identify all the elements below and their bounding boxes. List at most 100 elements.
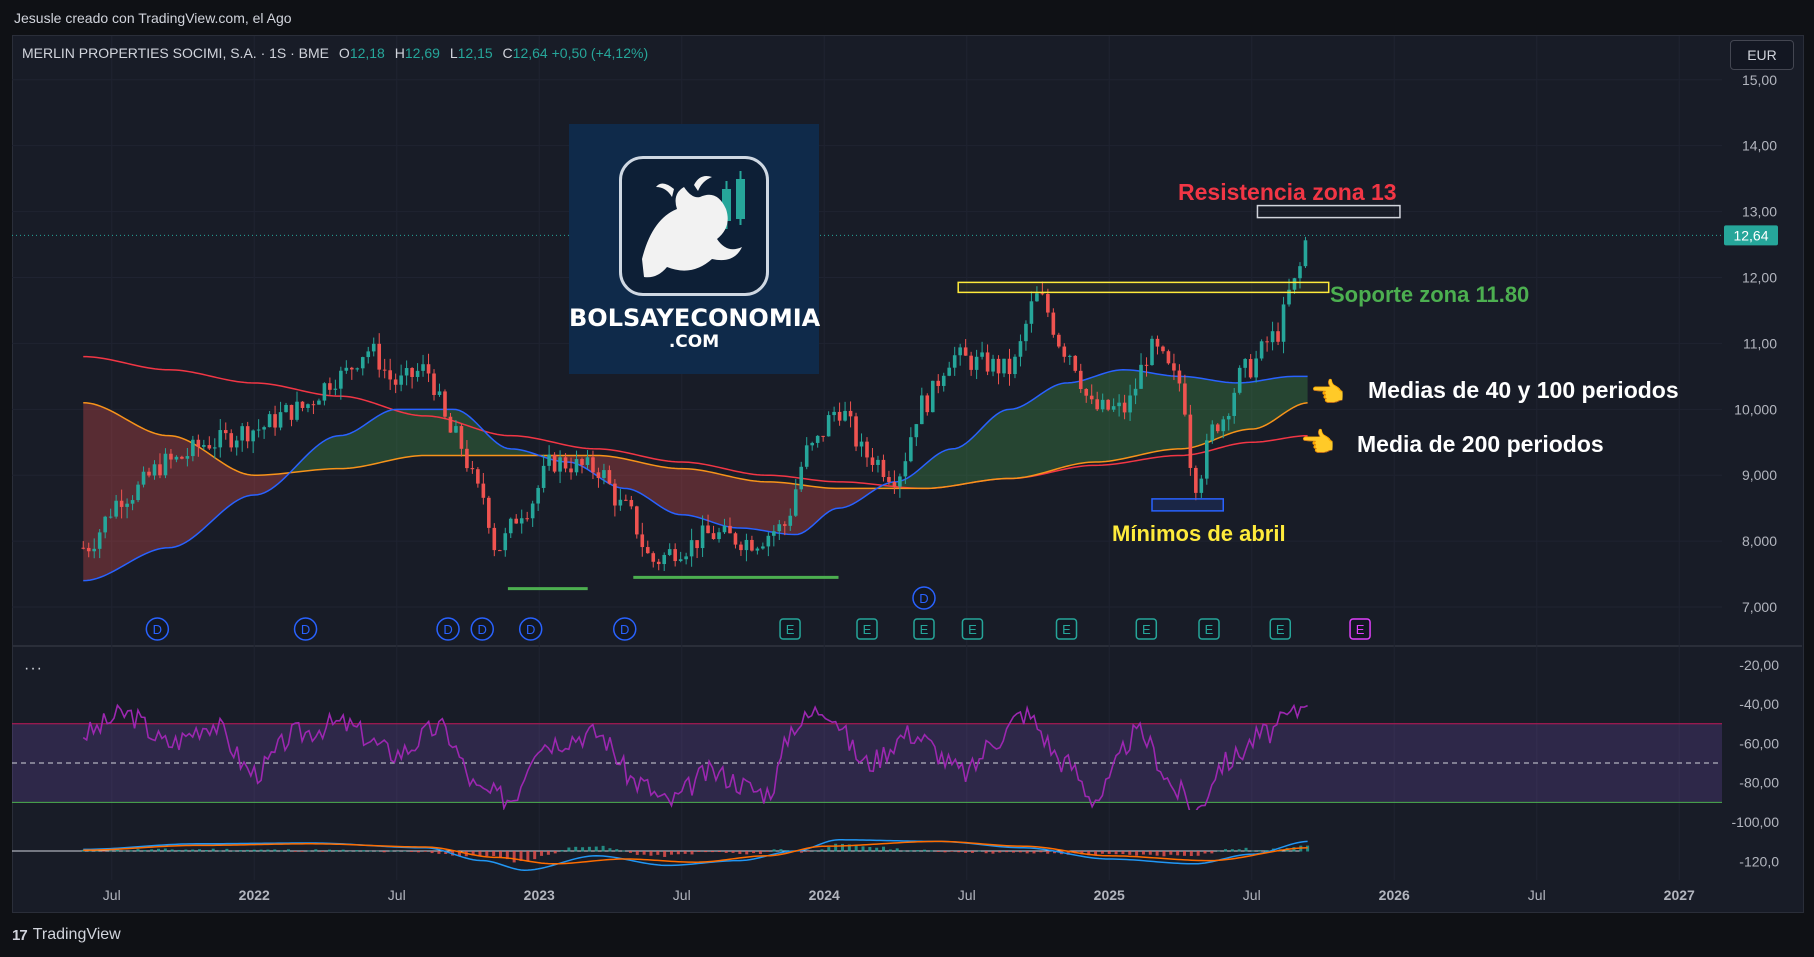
candle-body [1166,351,1171,364]
candle-body [772,531,776,536]
macd-histogram-bar [369,850,373,852]
candle-body [733,533,738,545]
macd-histogram-bar [656,851,660,855]
candle-body [1117,402,1121,407]
candle-body [914,424,919,438]
time-tick-label: 2026 [1379,887,1410,903]
macd-histogram-bar [348,850,352,852]
indicator-menu[interactable]: ··· [24,660,43,678]
candle-body [755,548,760,551]
candle-body [947,367,952,376]
candle-body [410,368,414,377]
macd-histogram-bar [191,849,195,852]
candle-body [821,435,825,437]
candle-body [1226,415,1231,420]
macd-histogram-bar [820,849,824,852]
event-marker-label: D [301,622,310,637]
candle-body [1078,370,1083,390]
macd-histogram-bar [916,850,920,852]
april-lows-box [1151,498,1224,512]
event-marker-label: E [786,622,795,637]
open-label: O [338,45,350,61]
macd-histogram-bar [1032,851,1036,854]
macd-histogram-bar [423,851,427,852]
candle-body [859,441,864,447]
candle-body [695,540,699,549]
candle-body [640,534,645,548]
macd-histogram-bar [601,845,605,852]
candle-body [903,461,908,477]
macd-histogram-bar [1237,849,1241,852]
candle-body [547,454,551,466]
symbol-header: MERLIN PROPERTIES SOCIMI, S.A. · 1S · BM… [22,45,648,61]
candle-body [892,482,897,487]
macd-histogram-bar [745,851,749,855]
macd-histogram-bar [437,851,441,854]
candle-body [980,352,984,357]
oscillator-tick-label: -100,00 [1732,814,1780,830]
macd-histogram-bar [642,851,646,855]
event-marker-label: D [153,622,162,637]
price-tick-label: 12,00 [1742,270,1777,286]
candle-body [832,411,836,416]
candle-body [492,527,497,551]
candle-body [262,427,266,430]
open-value: 12,18 [349,45,385,61]
chart-canvas[interactable]: 15,00 14,00 13,00 12,00 11,00 10,000 9,000 8,00… [0,0,1814,957]
currency-button[interactable]: EUR [1730,40,1794,70]
candle-body [141,471,146,485]
macd-histogram-bar [1244,847,1248,852]
macd-histogram-bar [1230,849,1234,852]
macd-histogram-bar [540,851,544,856]
candle-body [196,439,201,447]
candle-body [1122,402,1127,413]
macd-histogram-bar [875,847,879,852]
macd-histogram-bar [1114,851,1118,855]
candle-body [245,426,250,442]
oscillator-tick-label: -60,00 [1739,735,1779,751]
event-marker-label: D [478,622,487,637]
candle-body [602,470,606,478]
candle-body [1254,358,1258,378]
last-price-label: 12,64 [1733,227,1768,243]
candle-body [1002,358,1006,374]
time-tick-label: Jul [1243,887,1261,903]
resistance-label: Resistencia zona 13 [1178,179,1397,205]
candle-body [202,445,206,447]
macd-histogram-bar [711,851,715,853]
macd-histogram-bar [813,850,817,852]
candle-body [651,553,656,562]
candle-body [234,440,239,448]
macd-histogram-bar [615,849,619,852]
candle-body [426,364,431,374]
candle-body [777,524,782,532]
candle-body [728,525,732,534]
close-value: 12,64 [512,45,548,61]
macd-histogram-bar [150,849,154,852]
candle-body [371,343,376,352]
candle-body [1205,440,1209,479]
candle-body [711,533,716,540]
candle-body [574,459,579,473]
macd-histogram-bar [410,851,414,852]
macd-histogram-bar [341,849,345,852]
macd-histogram-bar [697,851,701,852]
footer-brand[interactable]: 17 TradingView [12,922,121,948]
candle-body [1067,355,1072,357]
macd-histogram-bar [560,850,564,852]
event-marker-label: D [526,622,535,637]
candle-body [1013,356,1017,375]
macd-histogram-bar [895,848,899,852]
candle-body [1177,370,1182,384]
candle-body [1276,331,1280,342]
rsi-pane [12,703,1722,810]
macd-histogram-bar [1148,851,1152,855]
candle-body [662,554,667,565]
event-marker-label: E [1142,622,1151,637]
candle-body [1111,406,1116,410]
candle-body [1024,323,1028,342]
close-label: C [502,45,513,61]
macd-histogram-bar [1189,851,1193,857]
macd-histogram-bar [170,849,174,852]
candle-body [1133,388,1138,396]
